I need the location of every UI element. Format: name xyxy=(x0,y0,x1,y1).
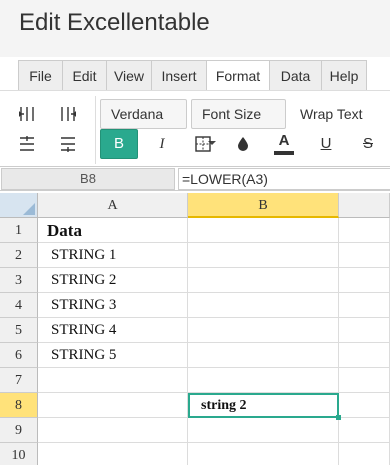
insert-row-below-icon[interactable] xyxy=(57,133,79,155)
column-header-b[interactable]: B xyxy=(188,193,339,218)
text-color-icon[interactable]: A xyxy=(271,131,297,157)
row-header[interactable]: 9 xyxy=(0,418,38,443)
cell-c10[interactable] xyxy=(339,443,390,465)
tab-help[interactable]: Help xyxy=(321,60,367,91)
formula-bar: B8 =LOWER(A3) xyxy=(0,166,390,191)
fill-handle[interactable] xyxy=(336,415,341,420)
cell-b5[interactable] xyxy=(188,318,339,343)
italic-button[interactable]: I xyxy=(149,131,175,157)
wrap-text-button[interactable]: Wrap Text xyxy=(300,106,363,122)
cell-b10[interactable] xyxy=(188,443,339,465)
cell-a8[interactable] xyxy=(38,393,188,418)
row-header[interactable]: 7 xyxy=(0,368,38,393)
column-header-c[interactable] xyxy=(339,193,390,218)
cell-a10[interactable] xyxy=(38,443,188,465)
app-title: Edit Excellentable xyxy=(19,9,210,36)
cell-c4[interactable] xyxy=(339,293,390,318)
cell-c8[interactable] xyxy=(339,393,390,418)
cell-a9[interactable] xyxy=(38,418,188,443)
row-header[interactable]: 10 xyxy=(0,443,38,465)
cell-c2[interactable] xyxy=(339,243,390,268)
tab-data[interactable]: Data xyxy=(269,60,321,91)
row-header-selected[interactable]: 8 xyxy=(0,393,38,418)
cell-c1[interactable] xyxy=(339,218,390,243)
row-header[interactable]: 2 xyxy=(0,243,38,268)
title-bar: Edit Excellentable xyxy=(0,0,390,57)
font-size-dropdown[interactable]: Font Size xyxy=(191,99,286,146)
cell-a3[interactable]: STRING 2 xyxy=(38,268,188,293)
cell-b8-selected[interactable]: string 2 xyxy=(188,393,339,418)
cell-b6[interactable] xyxy=(188,343,339,368)
column-header-a[interactable]: A xyxy=(38,193,188,218)
font-size-value: Font Size xyxy=(202,106,262,122)
cell-c5[interactable] xyxy=(339,318,390,343)
underline-button[interactable]: U xyxy=(313,131,339,157)
cell-c7[interactable] xyxy=(339,368,390,393)
text-color-swatch xyxy=(274,151,294,155)
row-header[interactable]: 5 xyxy=(0,318,38,343)
cell-a6[interactable]: STRING 5 xyxy=(38,343,188,368)
bold-button[interactable]: B xyxy=(100,129,138,159)
tab-file[interactable]: File xyxy=(18,60,62,91)
fill-color-icon[interactable] xyxy=(230,131,256,157)
select-all-corner[interactable] xyxy=(0,193,38,218)
cell-b4[interactable] xyxy=(188,293,339,318)
tab-view[interactable]: View xyxy=(106,60,151,91)
tab-format[interactable]: Format xyxy=(206,60,269,91)
cell-b1[interactable] xyxy=(188,218,339,243)
corner-triangle-icon xyxy=(23,203,35,215)
menu-tabs: File Edit View Insert Format Data Help xyxy=(18,60,367,91)
insert-row-above-icon[interactable] xyxy=(16,133,38,155)
text-color-letter: A xyxy=(278,132,290,149)
cell-a4[interactable]: STRING 3 xyxy=(38,293,188,318)
font-family-dropdown[interactable]: Verdana xyxy=(100,99,187,146)
insert-column-left-icon[interactable] xyxy=(16,103,38,125)
borders-icon[interactable] xyxy=(190,131,216,157)
cell-b7[interactable] xyxy=(188,368,339,393)
cell-c6[interactable] xyxy=(339,343,390,368)
cell-c9[interactable] xyxy=(339,418,390,443)
insert-column-right-icon[interactable] xyxy=(57,103,79,125)
row-header[interactable]: 1 xyxy=(0,218,38,243)
toolbar-divider xyxy=(95,96,96,164)
cell-a7[interactable] xyxy=(38,368,188,393)
formula-input[interactable]: =LOWER(A3) xyxy=(178,168,390,190)
cell-a1[interactable]: Data xyxy=(38,218,188,243)
tab-insert[interactable]: Insert xyxy=(151,60,206,91)
spreadsheet-grid: A B 1 Data 2 STRING 1 3 STRING 2 4 STRIN… xyxy=(0,193,390,465)
cell-c3[interactable] xyxy=(339,268,390,293)
tab-edit[interactable]: Edit xyxy=(62,60,106,91)
cell-b3[interactable] xyxy=(188,268,339,293)
cell-a2[interactable]: STRING 1 xyxy=(38,243,188,268)
row-header[interactable]: 3 xyxy=(0,268,38,293)
font-family-value: Verdana xyxy=(111,106,164,122)
row-header[interactable]: 4 xyxy=(0,293,38,318)
strikethrough-button[interactable]: S xyxy=(355,131,381,157)
cell-b9[interactable] xyxy=(188,418,339,443)
row-header[interactable]: 6 xyxy=(0,343,38,368)
cell-b2[interactable] xyxy=(188,243,339,268)
cell-a5[interactable]: STRING 4 xyxy=(38,318,188,343)
cell-reference-box[interactable]: B8 xyxy=(1,168,175,190)
